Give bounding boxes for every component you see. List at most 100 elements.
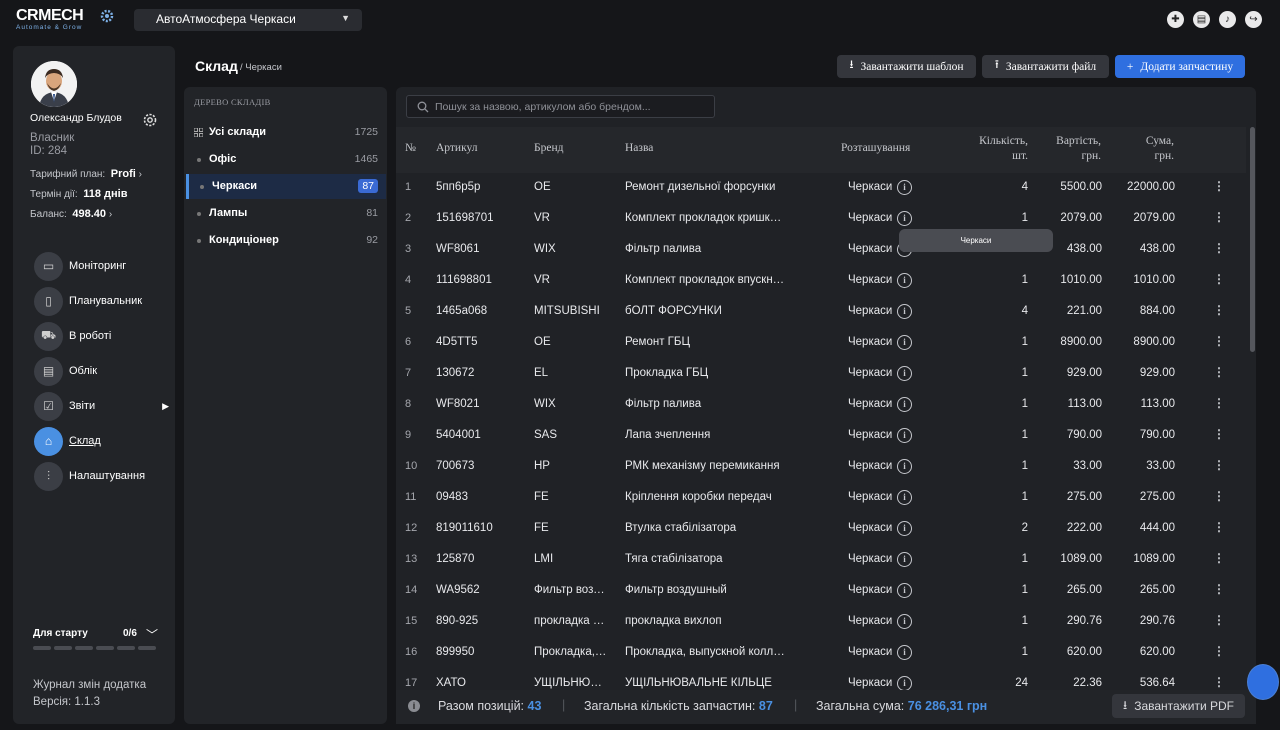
row-menu-icon[interactable]: ⋮ <box>1213 675 1225 689</box>
col-article[interactable]: Артикул <box>436 142 478 154</box>
support-chat-icon[interactable] <box>1247 664 1279 700</box>
table-row[interactable]: 14 WA9562 Фильтр воздушный Фильтр воздушный… <box>396 576 1246 607</box>
chevron-down-icon: ▼ <box>341 13 350 23</box>
info-icon[interactable]: i <box>897 552 912 567</box>
nav-item-reports[interactable]: ☑ Звіти ▶ <box>34 391 169 421</box>
upload-file-button[interactable]: ⭱ Завантажити файл <box>982 55 1109 78</box>
app-logo[interactable]: CRMECH Automate & Grow <box>16 8 114 32</box>
table-row[interactable]: 11 09483 FE Кріплення коробки передач Черкас… <box>396 483 1246 514</box>
add-part-button[interactable]: + Додати запчастину <box>1115 55 1245 78</box>
info-icon[interactable]: i <box>897 397 912 412</box>
info-icon[interactable]: i <box>897 583 912 598</box>
row-menu-icon[interactable]: ⋮ <box>1213 334 1225 348</box>
col-qty[interactable]: Кількість, шт. <box>966 134 1028 164</box>
nav-item-planner[interactable]: ▯ Планувальник <box>34 286 169 316</box>
breadcrumb[interactable]: / Черкаси <box>240 62 282 73</box>
info-icon[interactable]: i <box>897 428 912 443</box>
positions-summary: Разом позицій: 43 <box>438 699 541 713</box>
table-row[interactable]: 5 1465a068 MITSUBISHI бОЛТ ФОРСУНКИ Черкаси i… <box>396 297 1246 328</box>
row-menu-icon[interactable]: ⋮ <box>1213 272 1225 286</box>
col-price[interactable]: Вартість, грн. <box>1036 134 1101 164</box>
tree-item-office[interactable]: Офіс 1465 <box>186 147 386 172</box>
row-menu-icon[interactable]: ⋮ <box>1213 179 1225 193</box>
changelog-link[interactable]: Журнал змін додатка <box>33 677 146 694</box>
bell-icon[interactable]: ♪ <box>1219 11 1236 28</box>
tree-item-conditioner[interactable]: Кондиціонер 92 <box>186 228 386 253</box>
download-pdf-button[interactable]: ⭳ Завантажити PDF <box>1112 694 1245 718</box>
nav-item-in-work[interactable]: ⛟ В роботі <box>34 321 169 351</box>
plan-row[interactable]: Тарифний план: Profi › <box>30 168 142 180</box>
table-row[interactable]: 2 151698701 VR Комплект прокладок кришки кл… <box>396 204 1246 235</box>
table-row[interactable]: 7 130672 EL Прокладка ГБЦ Черкаси i 1 929.00 929… <box>396 359 1246 390</box>
info-icon[interactable]: i <box>897 521 912 536</box>
col-location[interactable]: Розташування <box>841 142 910 154</box>
row-menu-icon[interactable]: ⋮ <box>1213 520 1225 534</box>
search-input[interactable]: Пошук за назвою, артикулом або брендом..… <box>406 95 715 118</box>
table-row[interactable]: 9 5404001 SAS Лапа зчеплення Черкаси i 1 790.00… <box>396 421 1246 452</box>
table-row[interactable]: 13 125870 LMI Тяга стабілізатора Черкаси i 1 10… <box>396 545 1246 576</box>
row-menu-icon[interactable]: ⋮ <box>1213 427 1225 441</box>
info-icon[interactable]: i <box>897 180 912 195</box>
nav-item-warehouse[interactable]: ⌂ Склад <box>34 426 169 456</box>
onboarding-progress <box>33 646 156 650</box>
info-icon[interactable]: i <box>897 490 912 505</box>
calendar-icon[interactable]: ▤ <box>1193 11 1210 28</box>
row-menu-icon[interactable]: ⋮ <box>1213 458 1225 472</box>
info-icon[interactable]: i <box>897 676 912 691</box>
info-icon[interactable]: i <box>897 211 912 226</box>
plus-icon: + <box>1126 60 1134 73</box>
onboarding-toggle[interactable]: Для старту 0/6 ﹀ <box>33 628 158 642</box>
table-row[interactable]: 10 700673 HP РМК механізму перемикання Черка… <box>396 452 1246 483</box>
nav-label: В роботі <box>69 330 112 342</box>
row-menu-icon[interactable]: ⋮ <box>1213 241 1225 255</box>
row-menu-icon[interactable]: ⋮ <box>1213 396 1225 410</box>
info-icon[interactable]: i <box>897 366 912 381</box>
tree-item-cherkasy[interactable]: Черкаси 87 <box>186 174 386 199</box>
table-row[interactable]: 15 890-925 прокладка вихлоп прокладка вихло… <box>396 607 1246 638</box>
row-menu-icon[interactable]: ⋮ <box>1213 613 1225 627</box>
table-row[interactable]: 1 5пп6р5р OE Ремонт дизельної форсунки Черка… <box>396 173 1246 204</box>
row-article: 5404001 <box>436 429 481 441</box>
info-icon[interactable]: i <box>897 459 912 474</box>
table-row[interactable]: 3WF8061WIXФільтр паливаЧеркасиi1438.0043… <box>396 235 1246 266</box>
info-icon[interactable]: i <box>897 304 912 319</box>
row-number: 14 <box>405 584 418 596</box>
add-icon[interactable]: ✚ <box>1167 11 1184 28</box>
row-menu-icon[interactable]: ⋮ <box>1213 551 1225 565</box>
row-menu-icon[interactable]: ⋮ <box>1213 644 1225 658</box>
balance-row[interactable]: Баланс: 498.40 › <box>30 208 112 220</box>
row-menu-icon[interactable]: ⋮ <box>1213 365 1225 379</box>
row-name: Комплект прокладок кришки клапанів <box>625 212 785 224</box>
row-sum: 1089.00 <box>1133 553 1175 565</box>
row-qty: 1 <box>1021 584 1028 596</box>
col-brand[interactable]: Бренд <box>534 142 563 154</box>
nav-item-accounting[interactable]: ▤ Облік <box>34 356 169 386</box>
nav-item-monitoring[interactable]: ▭ Моніторинг <box>34 251 169 281</box>
info-icon[interactable]: i <box>897 335 912 350</box>
col-sum[interactable]: Сума, грн. <box>1106 134 1174 164</box>
tree-item-lamps[interactable]: Лампы 81 <box>186 201 386 226</box>
info-icon[interactable]: i <box>897 614 912 629</box>
info-icon[interactable]: i <box>897 273 912 288</box>
nav-item-settings[interactable]: ⫶ Налаштування <box>34 461 169 491</box>
tree-item-all[interactable]: Усі склади 1725 <box>186 120 386 145</box>
row-menu-icon[interactable]: ⋮ <box>1213 489 1225 503</box>
table-row[interactable]: 6 4D5TT5 OE Ремонт ГБЦ Черкаси i 1 8900.00 8900.… <box>396 328 1246 359</box>
info-icon[interactable]: i <box>897 645 912 660</box>
col-name[interactable]: Назва <box>625 142 653 154</box>
row-menu-icon[interactable]: ⋮ <box>1213 303 1225 317</box>
row-menu-icon[interactable]: ⋮ <box>1213 210 1225 224</box>
settings-gear-icon[interactable] <box>142 112 158 128</box>
table-row[interactable]: 8 WF8021 WIX Фільтр палива Черкаси i 1 113.00 11… <box>396 390 1246 421</box>
table-row[interactable]: 16 899950 Прокладка, выпускной коллектор Пр… <box>396 638 1246 669</box>
table-row[interactable]: 12 819011610 FE Втулка стабілізатора Черкаси… <box>396 514 1246 545</box>
download-template-button[interactable]: ⭳ Завантажити шаблон <box>837 55 976 78</box>
logout-icon[interactable]: ↪ <box>1245 11 1262 28</box>
row-menu-icon[interactable]: ⋮ <box>1213 582 1225 596</box>
version-text: Версія: 1.1.3 <box>33 696 100 708</box>
company-select[interactable]: АвтоАтмосфера Черкаси ▼ <box>134 9 362 31</box>
warehouse-icon: ⌂ <box>34 426 63 456</box>
table-row[interactable]: 4 111698801 VR Комплект прокладок впускного… <box>396 266 1246 297</box>
avatar[interactable] <box>31 61 77 107</box>
scrollbar[interactable] <box>1250 127 1255 352</box>
